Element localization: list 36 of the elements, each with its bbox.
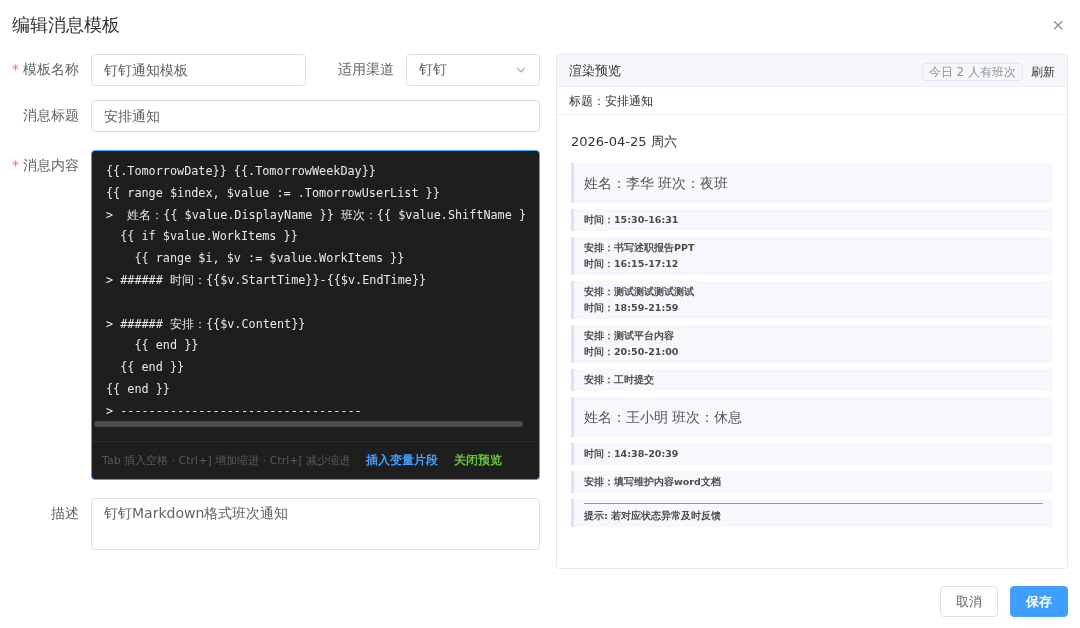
required-mark: *: [12, 157, 19, 173]
detail-line: 时间：18:59-21:59: [584, 301, 680, 315]
preview-title: 渲染预览: [569, 61, 621, 80]
field-label: * 消息内容: [12, 156, 80, 175]
preview-subject: 标题：安排通知: [557, 87, 1067, 115]
preview-date: 2026-04-25 周六: [571, 133, 678, 151]
name-input[interactable]: 钉钉通知模板: [91, 54, 306, 86]
field-label: 描述: [50, 504, 80, 523]
detail-line: 时间：20:50-21:00: [584, 345, 680, 359]
subject-input[interactable]: 安排通知: [91, 100, 540, 132]
cancel-button[interactable]: 取消: [940, 586, 998, 617]
detail-line: 安排：测试测试测试测试: [584, 285, 695, 299]
detail-line: 安排：书写述职报告PPT: [584, 241, 696, 255]
detail-line: 安排：填写维护内容word文档: [584, 475, 722, 489]
dialog-title: 编辑消息模板: [12, 13, 120, 37]
detail-line: 时间：15:30-16:31: [584, 213, 680, 227]
shift-count-badge: 今日 2 人有班次: [921, 62, 1023, 81]
scrollbar[interactable]: [94, 421, 523, 427]
field-label: 消息标题: [22, 106, 80, 125]
description-textarea[interactable]: 钉钉Markdown格式班次通知: [91, 498, 540, 550]
field-label: * 模板名称: [12, 60, 80, 79]
detail-line: 时间：14:38-20:39: [584, 447, 680, 461]
detail-line: 提示: 若对应状态异常及时反馈: [584, 509, 723, 523]
person-line: 姓名：李华 班次：夜班: [584, 174, 730, 192]
detail-line: 时间：16:15-17:12: [584, 257, 680, 271]
field-label: 适用渠道: [337, 60, 395, 79]
detail-line: 安排：测试平台内容: [584, 329, 675, 343]
channel-select[interactable]: 钉钉: [406, 54, 540, 86]
close-preview-link[interactable]: 关闭预览: [454, 452, 503, 469]
refresh-link[interactable]: 刷新: [1031, 64, 1055, 79]
required-mark: *: [12, 61, 19, 77]
insert-variable-link[interactable]: 插入变量片段: [366, 452, 439, 469]
detail-line: 安排：工时提交: [584, 373, 655, 387]
person-line: 姓名：王小明 班次：休息: [584, 408, 744, 426]
template-code: {{.TomorrowDate}} {{.TomorrowWeekDay}} {{ range $index, $value := .TomorrowUserList }} > 姓名：{{ $value.DisplayName }} 班次：{{ $value.ShiftName } {{ if $value.WorkItems }} {{ range $i, $v := $value.WorkItems }} > ###### 时间：{{$v.StartTime}}-{{$v.EndTime}} > ###### 安排：{{$v.Content}} {{ end }} {{ end }} {{ end }} > ----------------------------------: [105, 163, 527, 419]
code-editor[interactable]: [91, 150, 540, 480]
